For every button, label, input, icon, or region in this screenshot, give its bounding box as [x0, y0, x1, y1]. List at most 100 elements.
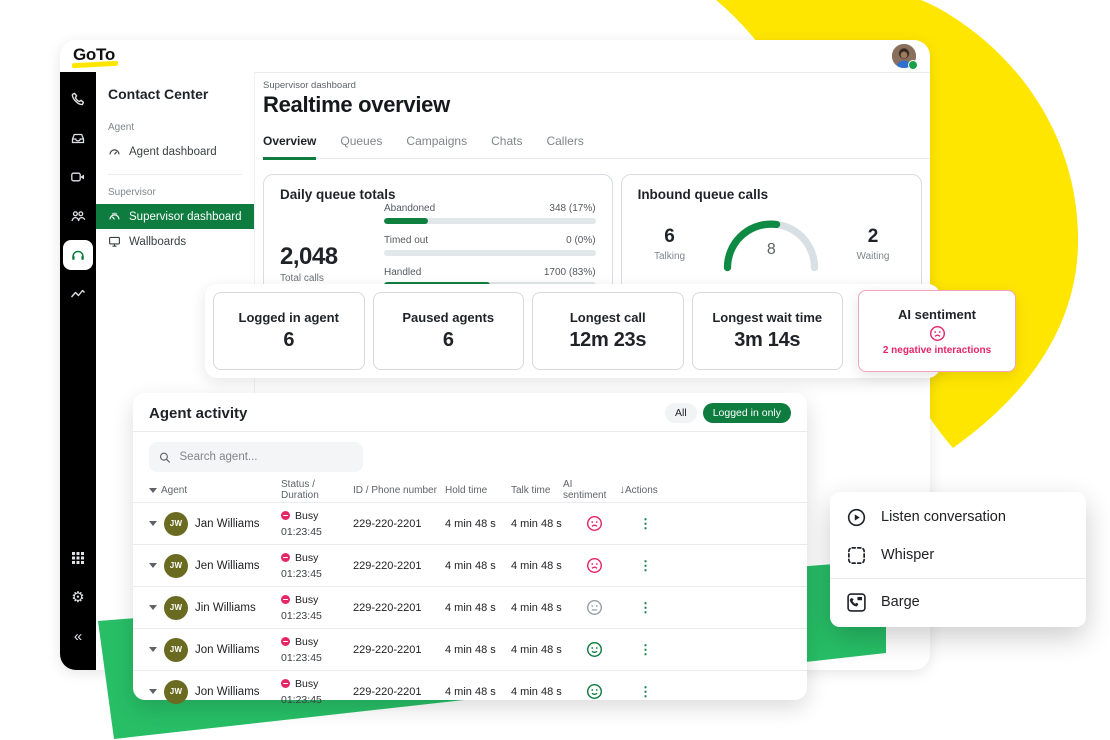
headset-icon[interactable] — [63, 240, 93, 270]
hold-time: 4 min 48 s — [445, 602, 511, 614]
menu-divider — [830, 578, 1086, 579]
menu-item-listen-conversation[interactable]: Listen conversation — [830, 498, 1086, 536]
row-context-menu: Listen conversation Whisper Barge — [830, 492, 1086, 627]
nav-item-wallboards[interactable]: Wallboards — [96, 229, 254, 254]
column-caret-icon[interactable] — [149, 488, 157, 493]
status-duration: 01:23:45 — [281, 610, 353, 622]
phone-icon[interactable] — [63, 84, 93, 114]
row-actions-icon[interactable]: ⋮ — [639, 684, 652, 699]
status-label: Busy — [295, 678, 318, 690]
filter-logged-in-only[interactable]: Logged in only — [703, 403, 791, 423]
stat-card-ai-sentiment[interactable]: AI sentiment 2 negative interactions — [858, 290, 1016, 372]
nav-item-agent-dashboard[interactable]: Agent dashboard — [96, 139, 254, 164]
status-duration: 01:23:45 — [281, 568, 353, 580]
hold-time: 4 min 48 s — [445, 518, 511, 530]
table-row[interactable]: JWJin WilliamsBusy01:23:45229-220-22014 … — [133, 586, 807, 628]
tab-queues[interactable]: Queues — [340, 130, 382, 158]
collapse-icon[interactable]: « — [63, 621, 93, 651]
nav-item-label: Agent dashboard — [129, 146, 217, 158]
nav-item-label: Supervisor dashboard — [129, 211, 242, 223]
column-label: Talk time — [511, 485, 550, 496]
row-actions-icon[interactable]: ⋮ — [639, 600, 652, 615]
row-expand-caret-icon[interactable] — [149, 521, 157, 526]
tab-chats[interactable]: Chats — [491, 130, 522, 158]
agent-activity-panel: Agent activity All Logged in only AgentSt… — [133, 393, 807, 700]
table-row[interactable]: JWJen WilliamsBusy01:23:45229-220-22014 … — [133, 544, 807, 586]
sentiment-cell — [563, 683, 625, 700]
settings-gear-icon[interactable]: ⚙ — [63, 582, 93, 612]
whisper-icon — [846, 545, 867, 566]
column-label: Actions — [625, 485, 658, 496]
tab-campaigns[interactable]: Campaigns — [406, 130, 467, 158]
page-title: Realtime overview — [263, 92, 450, 118]
stat-card-logged-in-agent[interactable]: Logged in agent6 — [213, 292, 365, 370]
column-header-actions[interactable]: Actions — [625, 485, 791, 496]
column-header-agent[interactable]: Agent — [149, 485, 281, 496]
play-circle-icon — [846, 507, 867, 528]
filter-all[interactable]: All — [665, 403, 697, 423]
column-header-ai-sentiment[interactable]: AI sentiment↓ — [563, 479, 625, 501]
icon-rail: ⚙ « — [60, 72, 96, 670]
column-label: AI sentiment — [563, 479, 616, 501]
stat-card-paused-agents[interactable]: Paused agents6 — [373, 292, 525, 370]
agent-cell: JWJon Williams — [149, 638, 281, 662]
row-expand-caret-icon[interactable] — [149, 647, 157, 652]
nav-item-supervisor-dashboard[interactable]: Supervisor dashboard — [96, 204, 254, 229]
negative-face-icon — [586, 557, 603, 574]
stat-card-value: 12m 23s — [569, 329, 646, 352]
row-expand-caret-icon[interactable] — [149, 605, 157, 610]
neutral-face-icon — [586, 599, 603, 616]
status-label: Busy — [295, 594, 318, 606]
table-row[interactable]: JWJan WilliamsBusy01:23:45229-220-22014 … — [133, 502, 807, 544]
avatar-initials: JW — [164, 596, 188, 620]
busy-status-icon — [281, 595, 290, 604]
row-actions-icon[interactable]: ⋮ — [639, 642, 652, 657]
waiting-value: 2 — [841, 226, 905, 248]
stat-card-longest-call[interactable]: Longest call 12m 23s — [532, 292, 684, 370]
table-row[interactable]: JWJon WilliamsBusy01:23:45229-220-22014 … — [133, 670, 807, 712]
tab-overview[interactable]: Overview — [263, 130, 316, 160]
nav-section-agent: Agent — [96, 122, 254, 133]
column-header-status-duration[interactable]: Status / Duration — [281, 479, 353, 501]
search-agent-input[interactable] — [178, 450, 354, 464]
column-header-talk-time[interactable]: Talk time — [511, 485, 563, 496]
menu-item-label: Whisper — [881, 547, 934, 563]
row-actions-icon[interactable]: ⋮ — [639, 558, 652, 573]
status-cell: Busy01:23:45 — [281, 552, 353, 580]
hold-time: 4 min 48 s — [445, 644, 511, 656]
video-icon[interactable] — [63, 162, 93, 192]
sentiment-cell — [563, 641, 625, 658]
menu-item-whisper[interactable]: Whisper — [830, 536, 1086, 574]
status-label: Busy — [295, 636, 318, 648]
agent-name: Jin Williams — [195, 602, 256, 614]
tab-callers[interactable]: Callers — [546, 130, 583, 158]
column-header-id-phone-number[interactable]: ID / Phone number — [353, 485, 445, 496]
phone-number: 229-220-2201 — [353, 686, 445, 698]
column-header-hold-time[interactable]: Hold time — [445, 485, 511, 496]
barge-icon — [846, 592, 867, 613]
status-label: Busy — [295, 510, 318, 522]
column-label: Status / Duration — [281, 479, 353, 501]
avatar-initials: JW — [164, 554, 188, 578]
nav-item-label: Wallboards — [129, 236, 186, 248]
goto-logo: GoTo — [73, 45, 121, 65]
inbox-icon[interactable] — [63, 123, 93, 153]
status-cell: Busy01:23:45 — [281, 636, 353, 664]
meeting-icon[interactable] — [63, 201, 93, 231]
row-expand-caret-icon[interactable] — [149, 689, 157, 694]
talk-time: 4 min 48 s — [511, 602, 563, 614]
stat-card-value: 6 — [443, 329, 454, 352]
hold-time: 4 min 48 s — [445, 560, 511, 572]
table-row[interactable]: JWJon WilliamsBusy01:23:45229-220-22014 … — [133, 628, 807, 670]
stat-card-label: Longest call — [570, 310, 646, 325]
nav-title: Contact Center — [96, 86, 254, 102]
apps-grid-icon[interactable] — [63, 543, 93, 573]
actions-cell: ⋮ — [625, 601, 791, 615]
agent-activity-title: Agent activity — [149, 405, 247, 422]
row-expand-caret-icon[interactable] — [149, 563, 157, 568]
menu-item-barge[interactable]: Barge — [830, 583, 1086, 621]
row-actions-icon[interactable]: ⋮ — [639, 516, 652, 531]
stat-card-longest-wait-time[interactable]: Longest wait time3m 14s — [692, 292, 844, 370]
analytics-icon[interactable] — [63, 279, 93, 309]
stat-card-label: AI sentiment — [898, 307, 976, 322]
